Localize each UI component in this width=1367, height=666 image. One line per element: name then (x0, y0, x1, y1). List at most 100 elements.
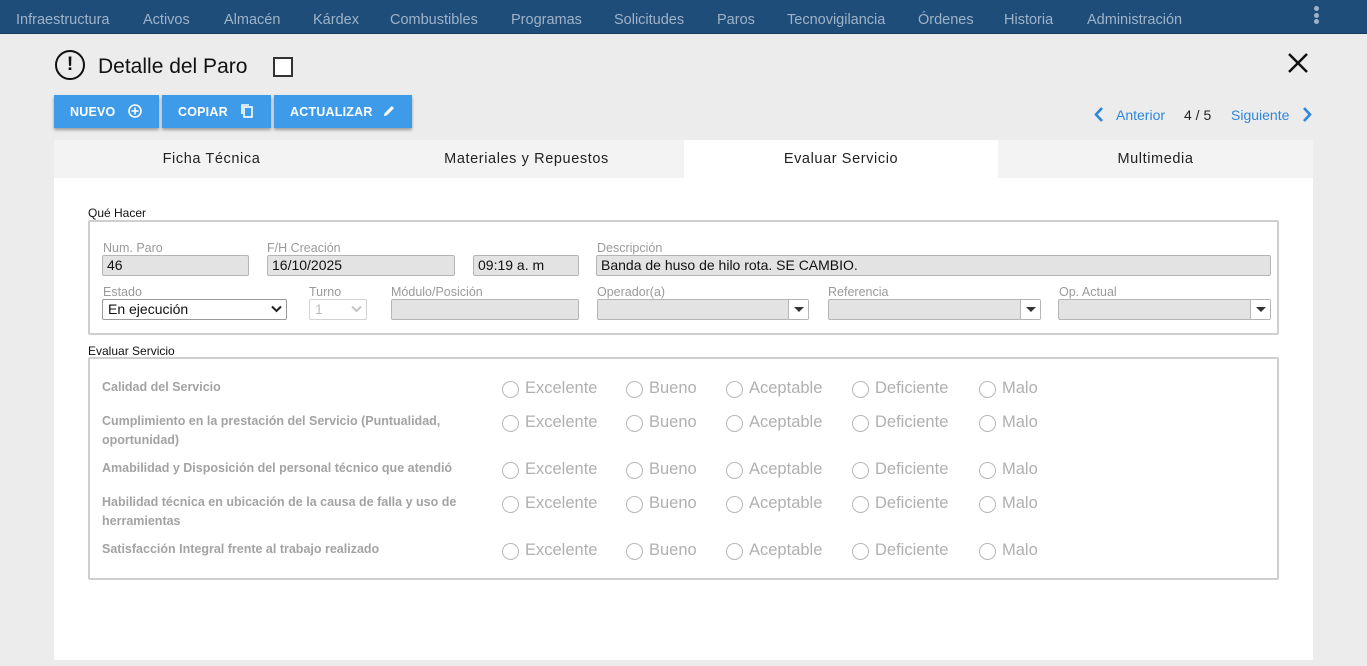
nav-item-programas[interactable]: Programas (511, 0, 582, 34)
operador-dropdown-button[interactable] (788, 300, 808, 319)
radio-excelente[interactable] (502, 415, 519, 432)
radio-bueno[interactable] (626, 543, 643, 560)
nav-item-administracion[interactable]: Administración (1087, 0, 1182, 34)
pager-next-link[interactable]: Siguiente (1231, 107, 1289, 123)
radio-label-bueno: Bueno (649, 413, 697, 431)
radio-malo[interactable] (979, 543, 996, 560)
num-paro-label: Num. Paro (103, 241, 163, 255)
caret-down-icon (794, 307, 804, 312)
radio-bueno[interactable] (626, 415, 643, 432)
page-title: Detalle del Paro (98, 55, 248, 78)
descripcion-field[interactable]: Banda de huso de hilo rota. SE CAMBIO. (596, 255, 1271, 276)
chevron-right-icon[interactable] (1300, 106, 1314, 123)
radio-label-deficiente: Deficiente (875, 460, 949, 478)
radio-label-aceptable: Aceptable (749, 494, 823, 512)
radio-bueno[interactable] (626, 381, 643, 398)
nav-item-tecnovigilancia[interactable]: Tecnovigilancia (787, 0, 885, 34)
copy-button[interactable]: COPIAR (162, 95, 271, 128)
radio-label-malo: Malo (1002, 413, 1038, 431)
nav-item-infraestructura[interactable]: Infraestructura (16, 0, 110, 34)
estado-value: En ejecución (108, 301, 189, 317)
creacion-label: F/H Creación (267, 241, 341, 255)
tab-evaluar-servicio[interactable]: Evaluar Servicio (684, 140, 998, 178)
update-button-label: ACTUALIZAR (290, 105, 373, 119)
radio-label-excelente: Excelente (525, 494, 598, 512)
radio-bueno[interactable] (626, 462, 643, 479)
referencia-dropdown-button[interactable] (1020, 300, 1040, 319)
radio-malo[interactable] (979, 462, 996, 479)
nav-item-historia[interactable]: Historia (1004, 0, 1053, 34)
radio-aceptable[interactable] (726, 496, 743, 513)
operador-combo[interactable] (597, 299, 809, 320)
modulo-field[interactable] (391, 299, 579, 320)
nav-item-solicitudes[interactable]: Solicitudes (614, 0, 684, 34)
radio-bueno[interactable] (626, 496, 643, 513)
radio-label-deficiente: Deficiente (875, 494, 949, 512)
radio-label-aceptable: Aceptable (749, 379, 823, 397)
nav-item-paros[interactable]: Paros (717, 0, 755, 34)
radio-deficiente[interactable] (852, 381, 869, 398)
new-button[interactable]: NUEVO (54, 95, 159, 128)
close-icon[interactable] (1282, 47, 1314, 79)
num-paro-field[interactable]: 46 (102, 255, 249, 276)
radio-aceptable[interactable] (726, 381, 743, 398)
estado-label: Estado (103, 285, 142, 299)
radio-label-bueno: Bueno (649, 379, 697, 397)
op-actual-combo[interactable] (1058, 299, 1271, 320)
op-actual-label: Op. Actual (1059, 285, 1117, 299)
radio-deficiente[interactable] (852, 496, 869, 513)
nav-item-combustibles[interactable]: Combustibles (390, 0, 478, 34)
radio-aceptable[interactable] (726, 543, 743, 560)
radio-malo[interactable] (979, 415, 996, 432)
referencia-label: Referencia (828, 285, 889, 299)
radio-label-deficiente: Deficiente (875, 413, 949, 431)
radio-malo[interactable] (979, 496, 996, 513)
radio-label-excelente: Excelente (525, 413, 598, 431)
turno-label: Turno (309, 285, 342, 299)
nav-item-kardex[interactable]: Kárdex (313, 0, 359, 34)
pager-count: 4 / 5 (1184, 107, 1212, 123)
tab-materiales[interactable]: Materiales y Repuestos (369, 140, 684, 178)
nav-item-activos[interactable]: Activos (143, 0, 190, 34)
radio-excelente[interactable] (502, 381, 519, 398)
radio-deficiente[interactable] (852, 543, 869, 560)
copy-button-label: COPIAR (178, 105, 228, 119)
eval-question-label: Amabilidad y Disposición del personal té… (102, 461, 453, 475)
op-actual-dropdown-button[interactable] (1250, 300, 1270, 319)
alert-circle-icon: ! (55, 50, 85, 80)
radio-deficiente[interactable] (852, 415, 869, 432)
referencia-combo[interactable] (828, 299, 1041, 320)
chevron-down-icon (351, 305, 362, 313)
nav-item-almacen[interactable]: Almacén (224, 0, 280, 34)
radio-label-excelente: Excelente (525, 541, 598, 559)
radio-label-malo: Malo (1002, 541, 1038, 559)
tab-ficha-tecnica[interactable]: Ficha Técnica (54, 140, 369, 178)
chevron-left-icon[interactable] (1092, 106, 1106, 123)
chevron-down-icon (271, 305, 282, 313)
radio-aceptable[interactable] (726, 462, 743, 479)
que-hacer-title: Qué Hacer (88, 206, 147, 220)
estado-select[interactable]: En ejecución (102, 299, 287, 320)
turno-select[interactable]: 1 (309, 299, 367, 320)
radio-label-malo: Malo (1002, 494, 1038, 512)
creacion-time-field[interactable]: 09:19 a. m (473, 255, 579, 276)
radio-aceptable[interactable] (726, 415, 743, 432)
caret-down-icon (1256, 307, 1266, 312)
radio-excelente[interactable] (502, 496, 519, 513)
pager-prev-link[interactable]: Anterior (1116, 107, 1165, 123)
evaluar-title: Evaluar Servicio (88, 344, 175, 358)
radio-malo[interactable] (979, 381, 996, 398)
tab-multimedia[interactable]: Multimedia (998, 140, 1313, 178)
caret-down-icon (1026, 307, 1036, 312)
radio-excelente[interactable] (502, 462, 519, 479)
radio-deficiente[interactable] (852, 462, 869, 479)
title-checkbox[interactable] (273, 57, 293, 77)
update-button[interactable]: ACTUALIZAR (274, 95, 412, 128)
radio-label-aceptable: Aceptable (749, 460, 823, 478)
radio-label-bueno: Bueno (649, 494, 697, 512)
more-vert-icon[interactable] (1312, 6, 1320, 26)
radio-excelente[interactable] (502, 543, 519, 560)
nav-item-ordenes[interactable]: Órdenes (918, 0, 974, 34)
creacion-date-field[interactable]: 16/10/2025 (267, 255, 455, 276)
radio-label-bueno: Bueno (649, 541, 697, 559)
